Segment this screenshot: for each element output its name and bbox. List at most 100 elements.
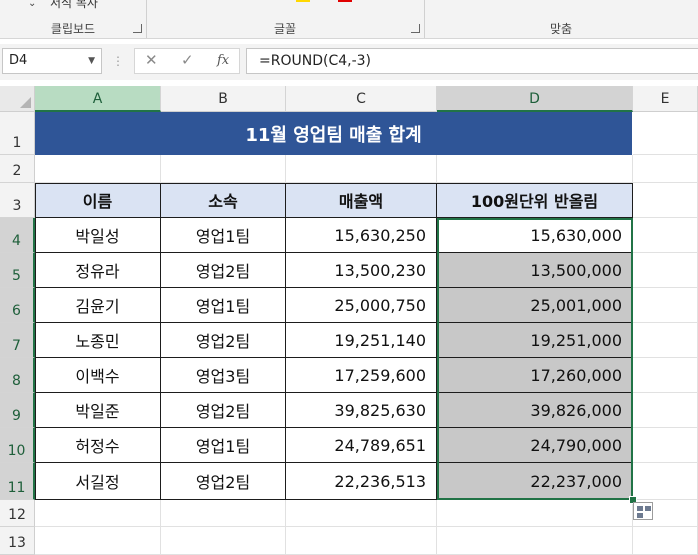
- table-cell[interactable]: 영업1팀: [161, 288, 286, 323]
- quick-analysis-icon[interactable]: [633, 502, 653, 520]
- insert-function-icon[interactable]: fx: [217, 53, 229, 68]
- name-box[interactable]: D4 ▼: [2, 48, 102, 74]
- row-header-8[interactable]: 8: [0, 358, 35, 393]
- column-header-c[interactable]: C: [286, 86, 437, 112]
- cell-empty[interactable]: [35, 500, 161, 527]
- table-cell[interactable]: 39,826,000: [437, 393, 633, 428]
- chevron-down-icon[interactable]: ⌄: [28, 0, 36, 9]
- row-header-6[interactable]: 6: [0, 288, 35, 323]
- row-header-12[interactable]: 12: [0, 500, 35, 527]
- table-cell[interactable]: 25,001,000: [437, 288, 633, 323]
- table-cell[interactable]: 15,630,250: [286, 218, 437, 253]
- table-cell[interactable]: 영업2팀: [161, 323, 286, 358]
- table-cell[interactable]: 영업3팀: [161, 358, 286, 393]
- cell-e2[interactable]: [633, 155, 698, 183]
- table-header-cell[interactable]: 이름: [35, 183, 161, 218]
- row-header-9[interactable]: 9: [0, 393, 35, 428]
- cell-empty[interactable]: [161, 527, 286, 555]
- table-cell[interactable]: 19,251,140: [286, 323, 437, 358]
- cell-empty[interactable]: [35, 527, 161, 555]
- format-painter-button[interactable]: 서식 복사: [50, 0, 98, 11]
- formula-bar: D4 ▼ ⋮ ✕ ✓ fx =ROUND(C4,-3): [0, 44, 698, 80]
- table-cell[interactable]: 22,237,000: [437, 463, 633, 500]
- cell-empty[interactable]: [286, 527, 437, 555]
- table-cell[interactable]: 영업2팀: [161, 253, 286, 288]
- quick-analysis-glyph: [645, 506, 651, 511]
- table-cell[interactable]: 노종민: [35, 323, 161, 358]
- table-cell[interactable]: 영업1팀: [161, 428, 286, 463]
- cell-empty[interactable]: [633, 358, 698, 393]
- row-header-10[interactable]: 10: [0, 428, 35, 463]
- row-header-5[interactable]: 5: [0, 253, 35, 288]
- highlight-color-icon[interactable]: [296, 0, 310, 2]
- table-cell[interactable]: 영업2팀: [161, 463, 286, 500]
- table-cell[interactable]: 39,825,630: [286, 393, 437, 428]
- formula-input[interactable]: =ROUND(C4,-3): [246, 48, 698, 74]
- column-header-a[interactable]: A: [35, 86, 161, 112]
- column-header-d[interactable]: D: [437, 86, 633, 112]
- column-header-b[interactable]: B: [161, 86, 286, 112]
- table-cell[interactable]: 15,630,000: [437, 218, 633, 253]
- cell-empty[interactable]: [437, 500, 633, 527]
- table-cell[interactable]: 24,789,651: [286, 428, 437, 463]
- cell-empty[interactable]: [633, 323, 698, 358]
- cell-empty[interactable]: [633, 393, 698, 428]
- clipboard-group: ⌄ 서식 복사 클립보드: [0, 0, 147, 38]
- title-cell[interactable]: 11월 영업팀 매출 합계: [35, 112, 632, 155]
- table-header-cell[interactable]: 소속: [161, 183, 286, 218]
- table-cell[interactable]: 영업1팀: [161, 218, 286, 253]
- table-cell[interactable]: 정유라: [35, 253, 161, 288]
- table-cell[interactable]: 김윤기: [35, 288, 161, 323]
- font-color-icon[interactable]: [338, 0, 352, 2]
- cell-empty[interactable]: [633, 253, 698, 288]
- table-cell[interactable]: 박일준: [35, 393, 161, 428]
- select-all-button[interactable]: [0, 86, 35, 112]
- cell-b2[interactable]: [161, 155, 286, 183]
- table-cell[interactable]: 24,790,000: [437, 428, 633, 463]
- table-cell[interactable]: 19,251,000: [437, 323, 633, 358]
- table-cell[interactable]: 13,500,230: [286, 253, 437, 288]
- row-header-11[interactable]: 11: [0, 463, 35, 500]
- quick-analysis-glyph: [637, 513, 643, 518]
- table-cell[interactable]: 서길정: [35, 463, 161, 500]
- table-cell[interactable]: 17,260,000: [437, 358, 633, 393]
- table-cell[interactable]: 영업2팀: [161, 393, 286, 428]
- table-header-cell[interactable]: 매출액: [286, 183, 437, 218]
- row-header-7[interactable]: 7: [0, 323, 35, 358]
- alignment-group: 맞춤: [424, 0, 698, 38]
- cell-c2[interactable]: [286, 155, 437, 183]
- cell-empty[interactable]: [286, 500, 437, 527]
- cell-e1[interactable]: [633, 112, 698, 155]
- cell-empty[interactable]: [633, 218, 698, 253]
- alignment-group-label: 맞춤: [549, 22, 573, 36]
- cell-empty[interactable]: [161, 500, 286, 527]
- enter-icon[interactable]: ✓: [181, 51, 194, 69]
- dialog-launcher-icon[interactable]: [411, 24, 420, 33]
- table-cell[interactable]: 13,500,000: [437, 253, 633, 288]
- cell-empty[interactable]: [633, 463, 698, 500]
- row-header-2[interactable]: 2: [0, 155, 35, 183]
- row-header-3[interactable]: 3: [0, 183, 35, 218]
- table-cell[interactable]: 허정수: [35, 428, 161, 463]
- row-header-13[interactable]: 13: [0, 527, 35, 555]
- row-header-1[interactable]: 1: [0, 112, 35, 155]
- cell-empty[interactable]: [633, 288, 698, 323]
- column-header-e[interactable]: E: [633, 86, 698, 112]
- table-cell[interactable]: 이백수: [35, 358, 161, 393]
- cell-d2[interactable]: [437, 155, 633, 183]
- table-header-cell[interactable]: 100원단위 반올림: [437, 183, 633, 218]
- cell-e3[interactable]: [633, 183, 698, 218]
- worksheet-grid: A B C D E 1 2 3 4 5 6 7 8 9 10 11 12 13 11월 영업팀 매출 합계 이름 소속 매…: [0, 86, 698, 555]
- cell-a2[interactable]: [35, 155, 161, 183]
- cell-empty[interactable]: [633, 527, 698, 555]
- table-cell[interactable]: 박일성: [35, 218, 161, 253]
- table-cell[interactable]: 17,259,600: [286, 358, 437, 393]
- chevron-down-icon[interactable]: ▼: [88, 49, 95, 73]
- cell-empty[interactable]: [633, 428, 698, 463]
- dialog-launcher-icon[interactable]: [133, 24, 142, 33]
- table-cell[interactable]: 22,236,513: [286, 463, 437, 500]
- table-cell[interactable]: 25,000,750: [286, 288, 437, 323]
- cancel-icon[interactable]: ✕: [145, 51, 158, 69]
- cell-empty[interactable]: [437, 527, 633, 555]
- row-header-4[interactable]: 4: [0, 218, 35, 253]
